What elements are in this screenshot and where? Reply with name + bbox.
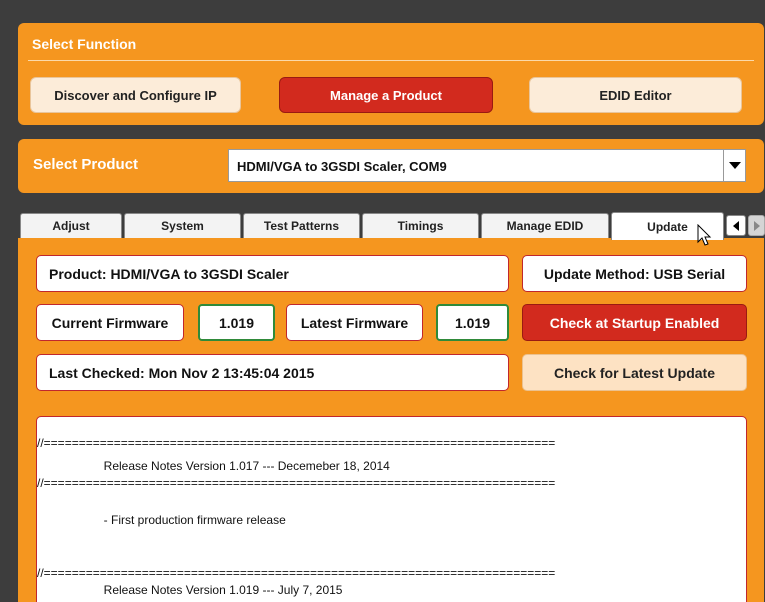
notes-line: - First production firmware release: [37, 513, 286, 527]
divider: [28, 60, 754, 61]
dropdown-arrow-icon[interactable]: [723, 150, 745, 181]
product-dropdown[interactable]: HDMI/VGA to 3GSDI Scaler, COM9: [228, 149, 746, 182]
tab-manage-edid[interactable]: Manage EDID: [481, 213, 609, 238]
edid-editor-button[interactable]: EDID Editor: [529, 77, 742, 113]
select-product-panel: Select Product HDMI/VGA to 3GSDI Scaler,…: [18, 139, 764, 193]
update-tab-content: Product: HDMI/VGA to 3GSDI Scaler Update…: [18, 238, 764, 602]
update-method-box: Update Method: USB Serial: [522, 255, 747, 292]
latest-firmware-label: Latest Firmware: [286, 304, 423, 341]
mouse-cursor-icon: [697, 224, 712, 246]
select-function-title: Select Function: [32, 36, 137, 52]
release-notes-area[interactable]: //======================================…: [36, 416, 747, 602]
notes-separator: //======================================…: [37, 476, 556, 490]
current-firmware-value: 1.019: [198, 304, 275, 341]
latest-firmware-value: 1.019: [436, 304, 509, 341]
check-latest-update-button[interactable]: Check for Latest Update: [522, 354, 747, 391]
tab-scroll-left-icon[interactable]: [726, 215, 746, 236]
notes-separator: //======================================…: [37, 566, 556, 580]
discover-configure-ip-button[interactable]: Discover and Configure IP: [30, 77, 241, 113]
notes-line: Release Notes Version 1.019 --- July 7, …: [37, 583, 343, 597]
product-info-box: Product: HDMI/VGA to 3GSDI Scaler: [36, 255, 509, 292]
notes-line: Release Notes Version 1.017 --- Decemebe…: [37, 459, 390, 473]
check-at-startup-button[interactable]: Check at Startup Enabled: [522, 304, 747, 341]
select-product-label: Select Product: [33, 156, 139, 173]
tab-timings[interactable]: Timings: [362, 213, 479, 238]
last-checked-box: Last Checked: Mon Nov 2 13:45:04 2015: [36, 354, 509, 391]
tab-test-patterns[interactable]: Test Patterns: [243, 213, 360, 238]
notes-separator: //======================================…: [37, 436, 556, 450]
tab-adjust[interactable]: Adjust: [20, 213, 122, 238]
current-firmware-label: Current Firmware: [36, 304, 184, 341]
product-dropdown-value: HDMI/VGA to 3GSDI Scaler, COM9: [237, 159, 447, 174]
manage-product-button[interactable]: Manage a Product: [279, 77, 493, 113]
tab-scroll-right-icon[interactable]: [748, 215, 765, 236]
select-function-panel: Select Function Discover and Configure I…: [18, 23, 764, 125]
tab-system[interactable]: System: [124, 213, 241, 238]
